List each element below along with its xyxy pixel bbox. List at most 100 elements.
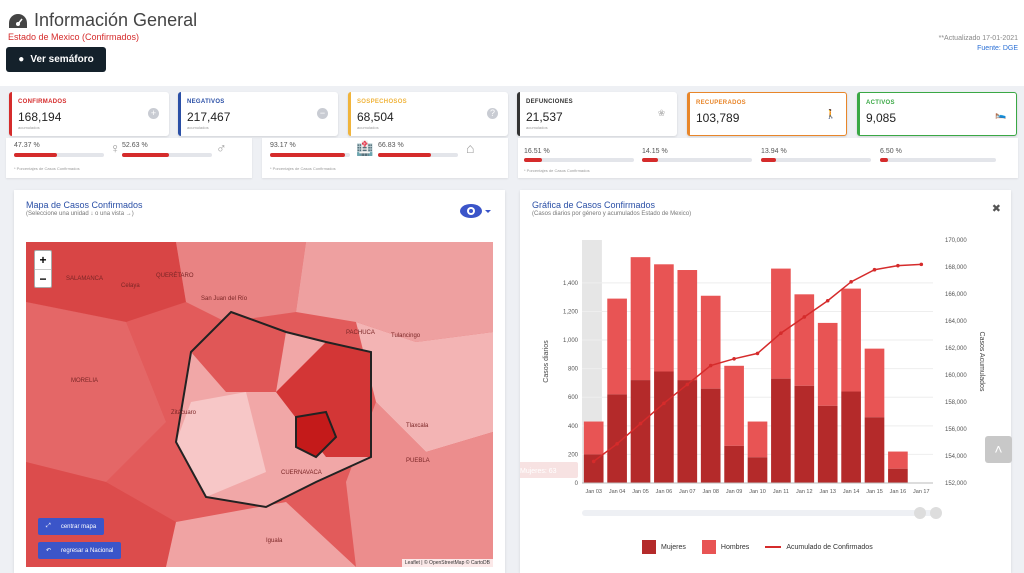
bar-hombres — [864, 348, 885, 418]
bar-mujeres — [817, 405, 838, 483]
bar-hombres — [747, 421, 768, 458]
scroll-top-button[interactable]: ˄ — [985, 436, 1012, 463]
bar-hombres — [607, 298, 627, 395]
chart-subtitle: (Casos diarios por género y acumulados E… — [532, 211, 692, 217]
bed-icon: 🛌 — [995, 109, 1007, 119]
bar-mujeres — [841, 391, 861, 483]
comorb-bar — [642, 158, 752, 162]
point-acumulado — [849, 280, 853, 284]
x-tick-label: Jan 09 — [726, 489, 743, 495]
point-acumulado — [708, 363, 713, 368]
bar-hombres — [724, 365, 744, 446]
source-link[interactable]: Fuente: DGE — [977, 45, 1018, 52]
x-tick-label: Jan 05 — [632, 489, 649, 495]
bar-hombres — [841, 288, 861, 392]
cases-chart[interactable]: 0 200 400 600 800 1,000 1,200 1,400 152,000 154,0… — [520, 228, 1011, 573]
card-negativos[interactable]: NEGATIVOS 217,467 acumulados − — [178, 92, 338, 136]
y-right-tick-label: 166,000 — [945, 292, 967, 298]
x-tick-label: Jan 16 — [890, 489, 907, 495]
bar-mujeres — [654, 371, 674, 483]
map-title: Mapa de Casos Confirmados — [26, 200, 143, 210]
zoom-out-button[interactable]: − — [35, 269, 51, 287]
hospital-icon: 🏥 — [356, 140, 374, 156]
x-tick-label: Jan 14 — [843, 489, 860, 495]
care-strip: 93.17 % 🏥 66.83 % ⌂ * Porcentajes de Cas… — [262, 138, 508, 178]
bar-mujeres — [864, 417, 885, 483]
bar-hombres — [583, 421, 604, 455]
traffic-light-icon: ● — [18, 54, 25, 65]
card-recuperados[interactable]: RECUPERADOS 103,789 🚶 — [687, 92, 847, 136]
y-right-tick-label: 156,000 — [945, 427, 967, 433]
place-label: Tulancingo — [391, 333, 421, 339]
legend-mujeres[interactable]: Mujeres — [642, 540, 686, 554]
bar-mujeres — [794, 385, 815, 483]
point-acumulado — [755, 351, 760, 356]
x-tick-label: Jan 06 — [656, 489, 673, 495]
x-tick-label: Jan 15 — [866, 489, 883, 495]
legend-hombres[interactable]: Hombres — [701, 540, 749, 554]
point-acumulado — [662, 401, 666, 406]
map-canvas[interactable]: QUERÉTARO SALAMANCA MORELIA PACHUCA Tlax… — [26, 242, 493, 567]
bar-hombres — [654, 264, 674, 372]
chart-title: Gráfica de Casos Confirmados — [532, 200, 656, 210]
bar-mujeres — [747, 457, 768, 483]
question-circle-icon: ? — [487, 108, 498, 119]
updated-date: **Actualizado 17-01-2021 — [938, 35, 1018, 42]
card-defunciones[interactable]: DEFUNCIONES 21,537 acumulados ❀ — [517, 92, 677, 136]
bar-mujeres — [724, 445, 744, 483]
tooltip-text: Mujeres: 63 — [520, 468, 557, 475]
chart-legend: Mujeres Hombres Acumulado de Confirmados — [642, 540, 873, 554]
walking-icon: 🚶 — [825, 109, 837, 119]
x-tick-label: Jan 08 — [702, 489, 719, 495]
bar-hombres — [817, 322, 838, 406]
center-map-button[interactable]: ⤢ centrar mapa — [38, 518, 105, 535]
x-tick-label: Jan 10 — [749, 489, 766, 495]
y-right-tick-label: 154,000 — [945, 454, 967, 460]
semaforo-button[interactable]: ● Ver semáforo — [6, 47, 106, 72]
map-panel: Mapa de Casos Confirmados (Seleccione un… — [14, 190, 505, 573]
card-activos[interactable]: ACTIVOS 9,085 🛌 — [857, 92, 1017, 136]
y-tick-label: 1,400 — [563, 281, 579, 287]
comorb-bar — [880, 158, 996, 162]
zoom-in-button[interactable]: + — [35, 251, 51, 269]
eye-icon[interactable] — [459, 202, 491, 220]
y-right-tick-label: 160,000 — [945, 373, 967, 379]
card-sospechosos[interactable]: SOSPECHOSOS 68,504 acumulados ? — [348, 92, 508, 136]
expand-icon: ⤢ — [46, 523, 51, 529]
home-icon: ⌂ — [466, 140, 475, 156]
bar-hombres — [771, 268, 791, 379]
bar-mujeres — [700, 388, 721, 483]
close-icon[interactable]: ✖ — [992, 202, 1001, 215]
bar-mujeres — [888, 468, 908, 483]
y-right-tick-label: 164,000 — [945, 319, 967, 325]
y-right-tick-label: 152,000 — [945, 481, 967, 487]
x-tick-label: Jan 13 — [819, 489, 836, 495]
y-right-tick-label: 158,000 — [945, 400, 967, 406]
legend-acumulado[interactable]: Acumulado de Confirmados — [765, 544, 873, 551]
gender-icon: ♀ — [110, 140, 121, 156]
dashboard-icon — [9, 13, 27, 28]
gender-strip: 47.37 % ♀ 52.63 % ♂ * Porcentajes de Cas… — [6, 138, 252, 178]
x-tick-label: Jan 07 — [679, 489, 696, 495]
point-acumulado — [638, 421, 643, 426]
place-label: MORELIA — [71, 378, 98, 384]
ribbon-icon: ❀ — [657, 108, 666, 118]
undo-icon: ↶ — [46, 548, 52, 554]
bar-hombres — [677, 270, 698, 381]
place-label: SALAMANCA — [66, 276, 103, 282]
y-right-axis-label: Casos Acumulados — [978, 332, 985, 392]
back-national-button[interactable]: ↶ regresar a Nacional — [38, 542, 122, 559]
ambulatory-bar — [270, 153, 350, 157]
point-acumulado — [732, 357, 736, 361]
bar-hombres — [794, 294, 815, 386]
point-acumulado — [802, 315, 807, 319]
zoom-control: + − — [34, 250, 52, 288]
card-confirmados[interactable]: CONFIRMADOS 168,194 acumulados + — [9, 92, 169, 136]
bar-hombres — [888, 451, 908, 469]
place-label: Iguala — [266, 538, 283, 544]
bar-mujeres — [630, 380, 651, 483]
bar-mujeres — [677, 380, 698, 483]
page-subtitle: Estado de Mexico (Confirmados) — [8, 32, 140, 42]
comorbidity-strip: 16.51 % 14.15 % 13.94 % 6.50 % * Porcent… — [518, 138, 1018, 178]
x-tick-label: Jan 03 — [585, 489, 602, 495]
